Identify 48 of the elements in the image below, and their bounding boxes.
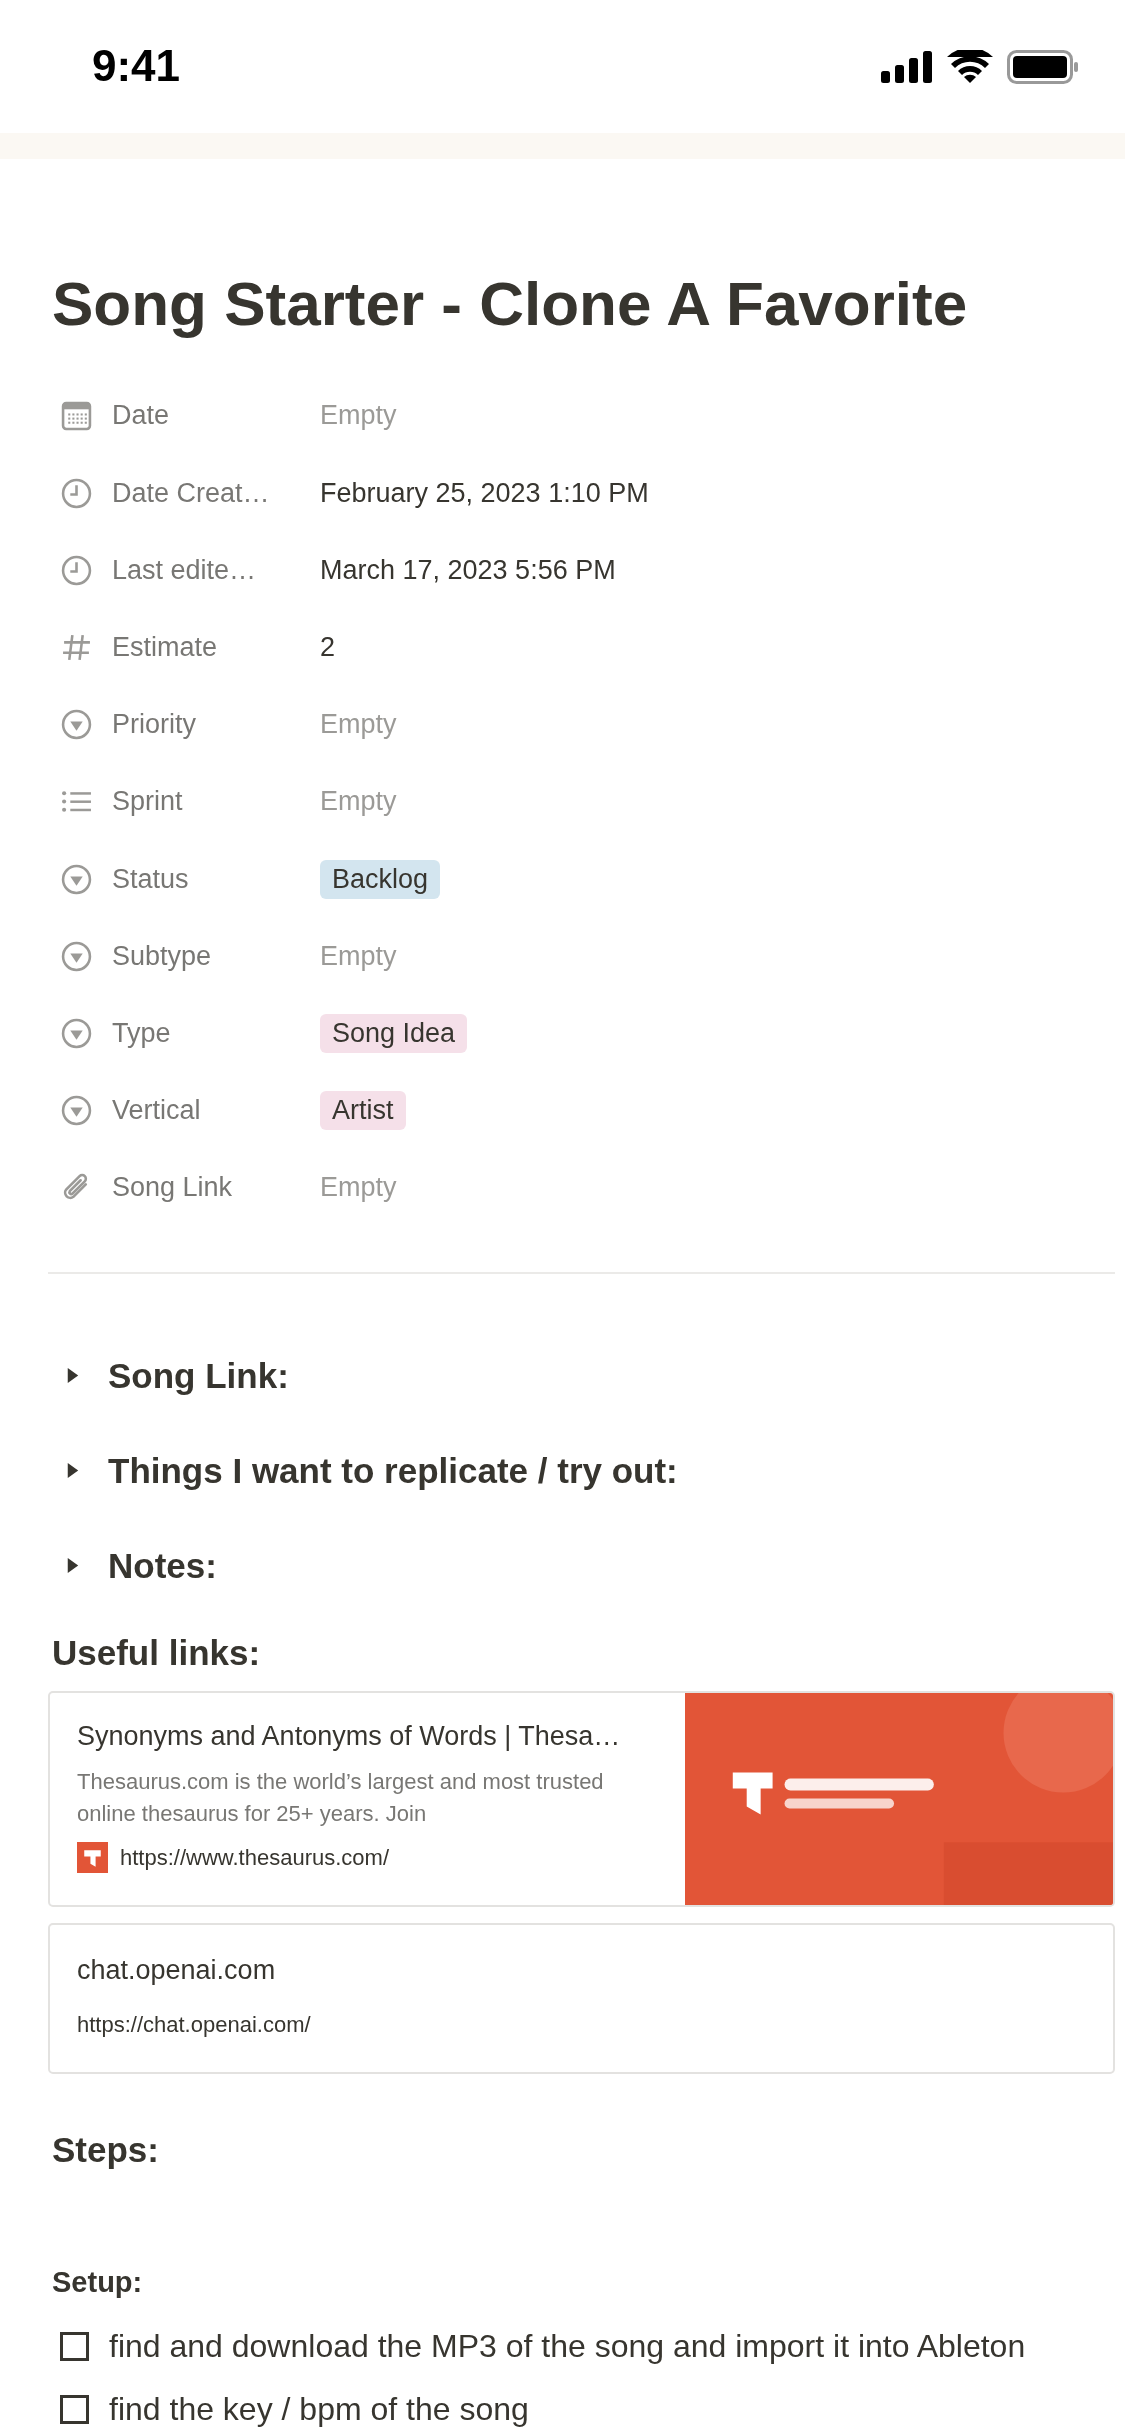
property-label: Vertical [112,1095,202,1127]
clock-icon [61,477,92,509]
clock-icon [61,554,92,586]
favicon-icon [77,1842,108,1874]
property-label: Sprint [112,786,184,818]
tag[interactable]: Artist [320,1091,406,1131]
wifi-icon [947,50,993,83]
bookmark-url: https://chat.openai.com/ [77,2012,311,2039]
toggle-heading: Notes: [108,1545,217,1586]
property-value[interactable]: February 25, 2023 1:10 PM [320,477,649,509]
property-label: Last edite… [112,554,258,586]
property-label: Estimate [112,632,219,664]
status-time: 9:41 [92,40,181,91]
toggle-heading: Things I want to replicate / try out: [108,1450,678,1491]
dropdown-circle-icon [61,863,92,895]
tag[interactable]: Song Idea [320,1014,468,1053]
bookmark-title: chat.openai.com [77,1955,277,1987]
bookmark-card[interactable]: Synonyms and Antonyms of Words | Thesa… Thesaurus.com is the world’s largest and most trusted online thesaurus for 25+ years. Join https://www.thesaurus.com/ [48,1691,1115,1908]
signal-icon [881,50,933,83]
section-heading: Steps: [52,2130,160,2171]
property-label: Subtype [112,940,213,972]
dropdown-circle-icon [61,940,92,972]
checkbox[interactable] [60,2332,89,2362]
property-label: Date [112,400,171,432]
dropdown-circle-icon [61,1018,92,1049]
property-value[interactable]: March 17, 2023 5:56 PM [320,554,616,586]
property-label: Priority [112,709,197,741]
todo-text: find and download the MP3 of the song and import it into Ableton [109,2328,1026,2366]
property-label: Status [112,863,190,895]
bookmark-title: Synonyms and Antonyms of Words | Thesa… [77,1721,622,1753]
page-title: Song Starter - Clone A Favorite [52,268,969,340]
tag[interactable]: Backlog [320,859,441,899]
todo-text: find the key / bpm of the song [109,2391,529,2429]
bookmark-card[interactable]: chat.openai.com https://chat.openai.com/ [48,1923,1115,2075]
battery-icon [1007,49,1079,84]
checkbox[interactable] [60,2395,89,2425]
dropdown-circle-icon [61,1095,92,1127]
bookmark-description: Thesaurus.com is the world’s largest and most trusted online thesaurus for 25+ years. Join [77,1768,605,1829]
bookmark-url: https://www.thesaurus.com/ [120,1844,389,1871]
section-heading: Useful links: [52,1633,262,1674]
property-label: Date Creat… [112,477,271,509]
toggle-heading: Song Link: [108,1355,289,1396]
calendar-icon [61,400,92,432]
subheading: Setup: [52,2266,144,2300]
dropdown-circle-icon [61,709,92,741]
property-label: Song Link [112,1172,234,1204]
property-value[interactable]: 2 [320,632,336,664]
property-label: Type [112,1018,172,1049]
